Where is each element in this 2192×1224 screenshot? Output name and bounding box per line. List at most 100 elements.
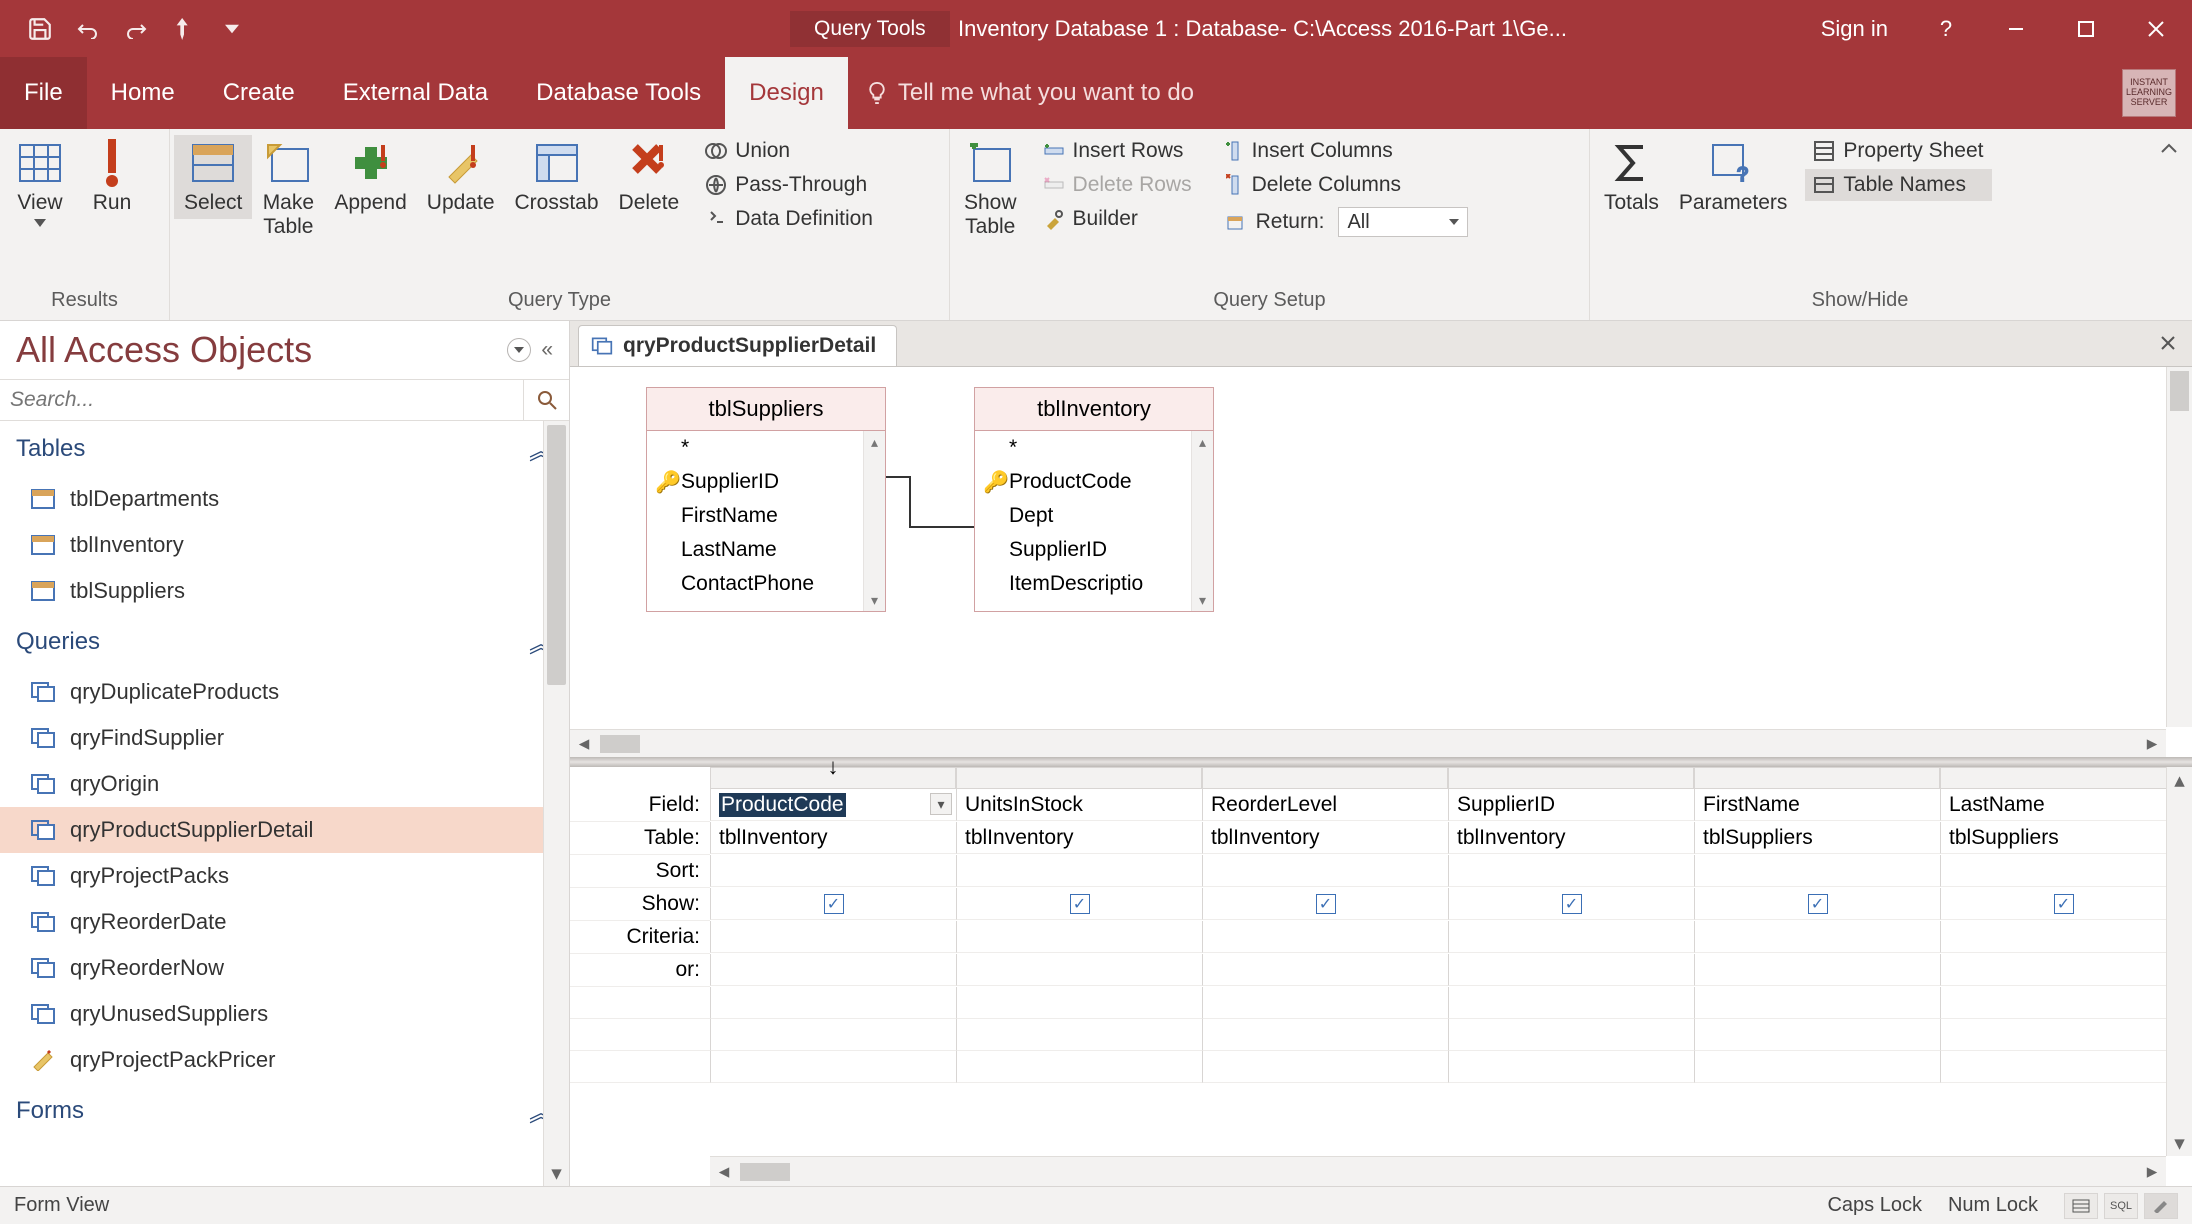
grid-cell-show[interactable]: ✓ [1694,888,1940,920]
scroll-down-icon[interactable]: ▾ [544,1160,569,1186]
update-button[interactable]: Update [417,135,505,219]
builder-button[interactable]: Builder [1035,203,1200,235]
redo-icon[interactable] [116,9,156,49]
field-item[interactable]: 🔑SupplierID [647,465,885,499]
nav-item-tblsuppliers[interactable]: tblSuppliers [0,568,569,614]
grid-cell-field[interactable]: ReorderLevel [1202,789,1448,821]
field-item[interactable]: Dept [975,499,1213,533]
field-item[interactable]: ItemDescriptio [975,567,1213,601]
grid-cell-or[interactable] [1202,954,1448,986]
grid-cell-sort[interactable] [956,855,1202,887]
pass-through-button[interactable]: Pass-Through [697,169,881,201]
canvas-v-scrollbar[interactable] [2166,367,2192,727]
sign-in-link[interactable]: Sign in [1821,16,1888,42]
maximize-icon[interactable] [2058,9,2114,49]
nav-category-forms[interactable]: Forms︽ [0,1083,569,1138]
field-item[interactable]: FirstName [647,499,885,533]
nav-scrollbar[interactable]: ▾ [543,421,569,1186]
scroll-left-icon[interactable]: ◂ [570,731,598,756]
grid-cell-blank[interactable] [710,987,956,1019]
delete-query-button[interactable]: Delete [609,135,690,219]
ribbon-collapse-icon[interactable] [2156,135,2182,161]
scrollbar-thumb[interactable] [600,735,640,753]
field-item[interactable]: ContactPhone [647,567,885,601]
nav-item-qryduplicateproducts[interactable]: qryDuplicateProducts [0,669,569,715]
tab-home[interactable]: Home [87,57,199,129]
column-selector[interactable] [1202,767,1448,789]
column-selector[interactable] [1940,767,2186,789]
table-names-button[interactable]: Table Names [1805,169,1991,201]
grid-cell-field[interactable]: UnitsInStock [956,789,1202,821]
scroll-left-icon[interactable]: ◂ [710,1159,738,1184]
field-dropdown-icon[interactable]: ▾ [930,793,952,815]
canvas-h-scrollbar[interactable]: ◂ ▸ [570,729,2166,757]
grid-cell-or[interactable] [1940,954,2186,986]
scrollbar-thumb[interactable] [547,425,566,685]
grid-cell-show[interactable]: ✓ [1448,888,1694,920]
nav-item-qryprojectpackpricer[interactable]: qryProjectPackPricer [0,1037,569,1083]
data-definition-button[interactable]: Data Definition [697,203,881,235]
grid-cell-field[interactable]: FirstName [1694,789,1940,821]
nav-item-tblinventory[interactable]: tblInventory [0,522,569,568]
column-selector[interactable] [956,767,1202,789]
totals-button[interactable]: Totals [1594,135,1669,219]
insert-columns-button[interactable]: Insert Columns [1218,135,1477,167]
grid-cell-blank[interactable] [710,1051,956,1083]
search-icon[interactable] [523,380,569,420]
nav-item-qryproductsupplierdetail[interactable]: qryProductSupplierDetail [0,807,569,853]
table-box-tblinventory[interactable]: tblInventory ▴▾ * 🔑ProductCode Dept Supp… [974,387,1214,612]
relationship-canvas[interactable]: tblSuppliers ▴▾ * 🔑SupplierID FirstName … [570,367,2192,757]
run-button[interactable]: Run [76,135,148,219]
field-item[interactable]: SupplierID [975,533,1213,567]
grid-cell-or[interactable] [1694,954,1940,986]
nav-category-queries[interactable]: Queries︽ [0,614,569,669]
nav-item-qryreordernow[interactable]: qryReorderNow [0,945,569,991]
property-sheet-button[interactable]: Property Sheet [1805,135,1991,167]
grid-v-scrollbar[interactable]: ▴▾ [2166,767,2192,1156]
grid-cell-criteria[interactable] [956,921,1202,953]
column-selector[interactable]: ↓ [710,767,956,789]
insert-rows-button[interactable]: Insert Rows [1035,135,1200,167]
grid-h-scrollbar[interactable]: ◂ ▸ [710,1156,2166,1186]
tell-me-search[interactable]: Tell me what you want to do [848,79,1194,107]
grid-cell-table[interactable]: tblInventory [1202,822,1448,854]
tab-design[interactable]: Design [725,57,848,129]
tab-file[interactable]: File [0,57,87,129]
grid-cell-field[interactable]: SupplierID [1448,789,1694,821]
nav-filter-icon[interactable] [507,338,531,362]
grid-cell-criteria[interactable] [1448,921,1694,953]
grid-cell-table[interactable]: tblInventory [1448,822,1694,854]
grid-cell-criteria[interactable] [1694,921,1940,953]
grid-cell-or[interactable] [710,954,956,986]
delete-rows-button[interactable]: Delete Rows [1035,169,1200,201]
qat-customize-icon[interactable] [212,9,252,49]
undo-icon[interactable] [68,9,108,49]
nav-search-input[interactable] [0,380,523,420]
select-query-button[interactable]: Select [174,135,252,219]
design-view-icon[interactable] [2144,1193,2178,1219]
grid-cell-table[interactable]: tblSuppliers [1940,822,2186,854]
return-dropdown[interactable]: All [1338,207,1468,237]
nav-item-qryprojectpacks[interactable]: qryProjectPacks [0,853,569,899]
tab-external-data[interactable]: External Data [319,57,512,129]
grid-cell-sort[interactable] [1448,855,1694,887]
grid-cell-table[interactable]: tblInventory [956,822,1202,854]
nav-category-tables[interactable]: Tables︽ [0,421,569,476]
grid-cell-or[interactable] [1448,954,1694,986]
scrollbar-thumb[interactable] [740,1163,790,1181]
grid-cell-criteria[interactable] [1940,921,2186,953]
grid-cell-criteria[interactable] [1202,921,1448,953]
splitter[interactable] [570,757,2192,767]
nav-item-qryorigin[interactable]: qryOrigin [0,761,569,807]
nav-item-qryunusedsuppliers[interactable]: qryUnusedSuppliers [0,991,569,1037]
field-item[interactable]: 🔑ProductCode [975,465,1213,499]
scroll-right-icon[interactable]: ▸ [2138,1159,2166,1184]
grid-cell-field[interactable]: ProductCode▾ [710,789,956,821]
join-line[interactable] [886,467,974,547]
grid-cell-sort[interactable] [1694,855,1940,887]
sql-view-icon[interactable]: SQL [2104,1193,2138,1219]
field-item[interactable]: * [975,431,1213,465]
nav-item-tbldepartments[interactable]: tblDepartments [0,476,569,522]
parameters-button[interactable]: ? Parameters [1669,135,1798,219]
nav-item-qryreorderdate[interactable]: qryReorderDate [0,899,569,945]
